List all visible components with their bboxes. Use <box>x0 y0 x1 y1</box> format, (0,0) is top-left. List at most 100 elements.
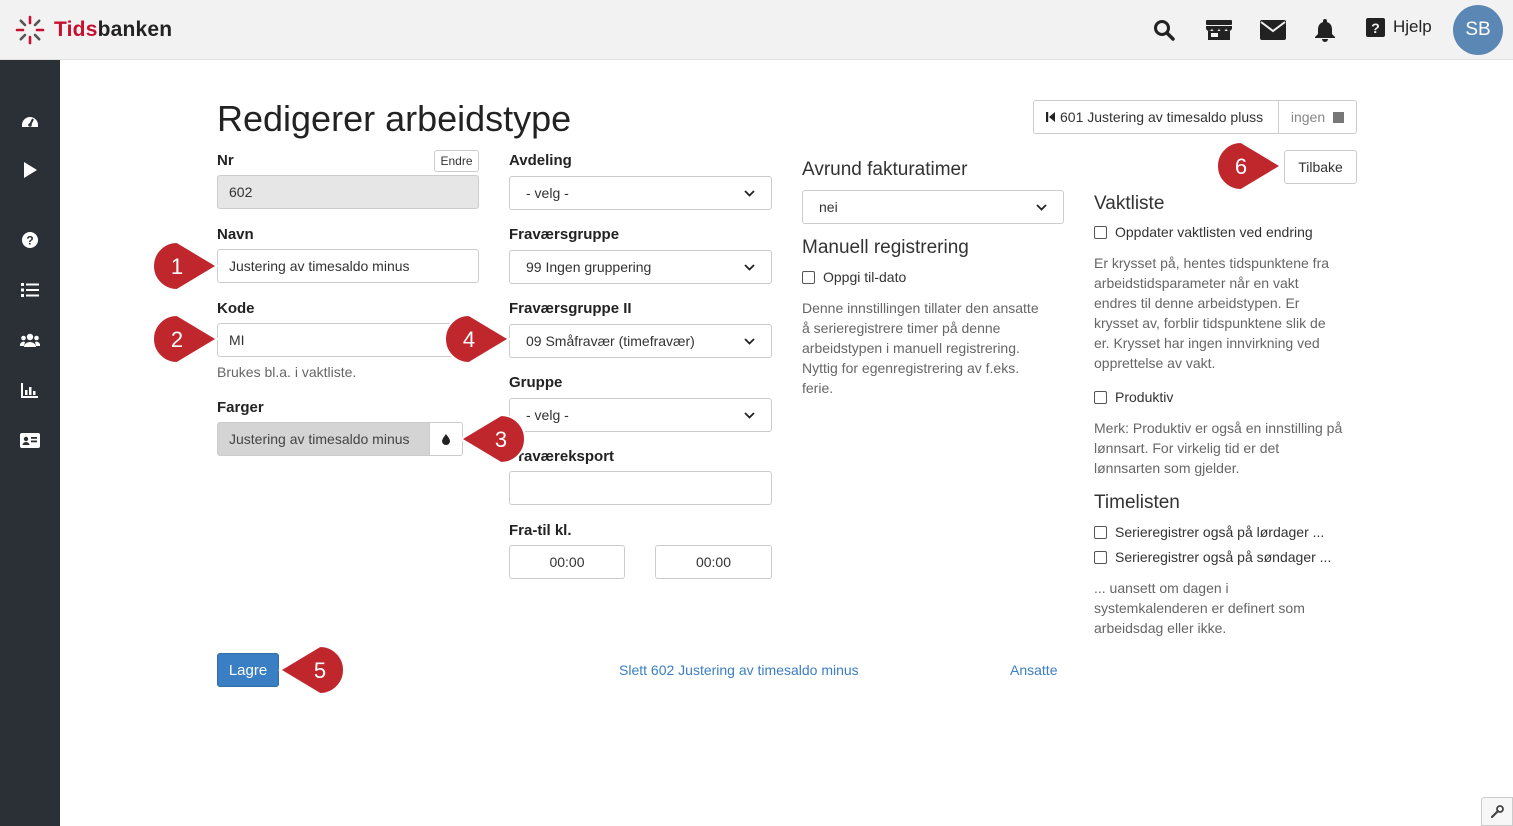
next-worktype-button[interactable]: ingen <box>1278 100 1357 134</box>
page-title: Redigerer arbeidstype <box>217 98 572 139</box>
timelisten-help: ... uansett om dagen i systemkalenderen … <box>1094 580 1305 636</box>
id-card-icon[interactable] <box>15 425 45 455</box>
checkbox-box[interactable] <box>1094 525 1107 539</box>
timelisten-heading: Timelisten <box>1094 492 1180 513</box>
wrench-button[interactable] <box>1481 797 1513 826</box>
avrund-value: nei <box>819 199 838 215</box>
oppgi-til-dato-label: Oppgi til-dato <box>823 269 907 285</box>
employees-link[interactable]: Ansatte <box>1010 662 1057 678</box>
save-button[interactable]: Lagre <box>217 653 279 687</box>
avdeling-select[interactable]: - velg - <box>509 176 772 210</box>
prev-worktype-label: 601 Justering av timesaldo pluss <box>1060 109 1264 125</box>
prev-worktype-button[interactable]: 601 Justering av timesaldo pluss <box>1033 100 1279 134</box>
fravaersgruppe-value: 99 Ingen gruppering <box>526 259 652 275</box>
back-button[interactable]: Tilbake <box>1284 150 1357 184</box>
produktiv-checkbox[interactable]: Produktiv <box>1094 389 1173 405</box>
checkbox-box[interactable] <box>1094 390 1107 404</box>
to-time-field[interactable] <box>655 545 772 579</box>
sondag-label: Serieregistrer også på søndager ... <box>1115 549 1332 565</box>
sidebar: ? <box>0 60 60 826</box>
lordag-checkbox[interactable]: Serieregistrer også på lørdager ... <box>1094 524 1324 540</box>
oppdater-vaktliste-label: Oppdater vaktlisten ved endring <box>1115 224 1313 240</box>
farger-label: Farger <box>217 399 264 416</box>
manuell-heading: Manuell registrering <box>802 237 969 258</box>
help-link[interactable]: ? Hjelp <box>1366 17 1432 37</box>
svg-text:4: 4 <box>463 327 475 352</box>
dashboard-icon[interactable] <box>15 105 45 135</box>
gruppe-label: Gruppe <box>509 374 563 391</box>
delete-worktype-link[interactable]: Slett 602 Justering av timesaldo minus <box>619 662 859 678</box>
help-label: Hjelp <box>1393 17 1432 36</box>
annotation-marker-3: 3 <box>459 413 526 465</box>
checkbox-box[interactable] <box>1094 225 1107 239</box>
fravaersgruppe2-select[interactable]: 09 Småfravær (timefravær) <box>509 324 772 358</box>
nr-label: Nr <box>217 152 234 169</box>
checkbox-box[interactable] <box>1094 550 1107 564</box>
produktiv-help: Merk: Produktiv er også en innstilling p… <box>1094 420 1343 476</box>
avdeling-value: - velg - <box>526 185 569 201</box>
store-icon[interactable] <box>1204 16 1234 44</box>
mail-icon[interactable] <box>1258 16 1288 44</box>
checkbox-box[interactable] <box>802 270 815 284</box>
users-icon[interactable] <box>15 325 45 355</box>
avrund-select[interactable]: nei <box>802 190 1064 224</box>
gruppe-value: - velg - <box>526 407 569 423</box>
annotation-marker-6: 6 <box>1216 140 1283 192</box>
chevron-down-icon <box>744 337 755 345</box>
oppgi-til-dato-checkbox[interactable]: Oppgi til-dato <box>802 269 906 285</box>
annotation-marker-4: 4 <box>444 313 511 365</box>
produktiv-label: Produktiv <box>1115 389 1174 405</box>
fravaersgruppe2-value: 09 Småfravær (timefravær) <box>526 333 695 349</box>
fravaersgruppe-select[interactable]: 99 Ingen gruppering <box>509 250 772 284</box>
fravaereksport-field[interactable] <box>509 471 772 505</box>
annotation-marker-2: 2 <box>152 313 219 365</box>
play-icon[interactable] <box>15 155 45 185</box>
kode-field[interactable] <box>217 323 479 357</box>
gruppe-select[interactable]: - velg - <box>509 398 772 432</box>
from-time-field[interactable] <box>509 545 625 579</box>
svg-text:3: 3 <box>495 427 507 452</box>
fravaersgruppe-label: Fraværsgruppe <box>509 226 620 243</box>
list-icon[interactable] <box>15 275 45 305</box>
change-nr-button[interactable]: Endre <box>434 150 479 172</box>
top-bar: Tidsbanken ? Hjelp SB <box>0 0 1513 60</box>
chevron-down-icon <box>744 411 755 419</box>
question-icon: ? <box>1366 17 1385 37</box>
bell-icon[interactable] <box>1310 16 1340 44</box>
svg-text:2: 2 <box>171 327 183 352</box>
vaktliste-heading: Vaktliste <box>1094 193 1165 214</box>
navn-label: Navn <box>217 226 254 243</box>
chevron-down-icon <box>744 189 755 197</box>
tidsbanken-logo-icon <box>15 15 45 45</box>
logo[interactable]: Tidsbanken <box>14 14 172 46</box>
wrench-icon <box>1490 805 1504 818</box>
search-icon[interactable] <box>1149 16 1179 44</box>
oppdater-vaktliste-checkbox[interactable]: Oppdater vaktlisten ved endring <box>1094 224 1313 240</box>
svg-text:1: 1 <box>171 254 183 279</box>
color-picker-button[interactable] <box>429 422 463 456</box>
manuell-help: Denne innstillingen tillater den ansatte… <box>802 300 1039 396</box>
annotation-marker-1: 1 <box>152 240 219 292</box>
stop-icon <box>1333 111 1345 123</box>
svg-text:?: ? <box>1371 20 1380 36</box>
nr-field <box>217 175 479 209</box>
sondag-checkbox[interactable]: Serieregistrer også på søndager ... <box>1094 549 1331 565</box>
tint-icon <box>442 433 450 445</box>
chevron-down-icon <box>1036 203 1047 211</box>
avrund-heading: Avrund fakturatimer <box>802 159 968 180</box>
avatar[interactable]: SB <box>1453 5 1503 55</box>
bar-chart-icon[interactable] <box>15 375 45 405</box>
fratil-label: Fra-til kl. <box>509 522 572 539</box>
avdeling-label: Avdeling <box>509 152 572 169</box>
lordag-label: Serieregistrer også på lørdager ... <box>1115 524 1325 540</box>
kode-label: Kode <box>217 300 255 317</box>
logo-text: Tidsbanken <box>54 18 173 41</box>
svg-text:?: ? <box>26 234 33 248</box>
navn-field[interactable] <box>217 249 479 283</box>
question-circle-icon[interactable]: ? <box>15 225 45 255</box>
next-worktype-label: ingen <box>1290 109 1326 125</box>
step-backward-icon <box>1046 112 1055 122</box>
fravaersgruppe2-label: Fraværsgruppe II <box>509 300 632 317</box>
svg-text:6: 6 <box>1235 154 1247 179</box>
chevron-down-icon <box>744 263 755 271</box>
